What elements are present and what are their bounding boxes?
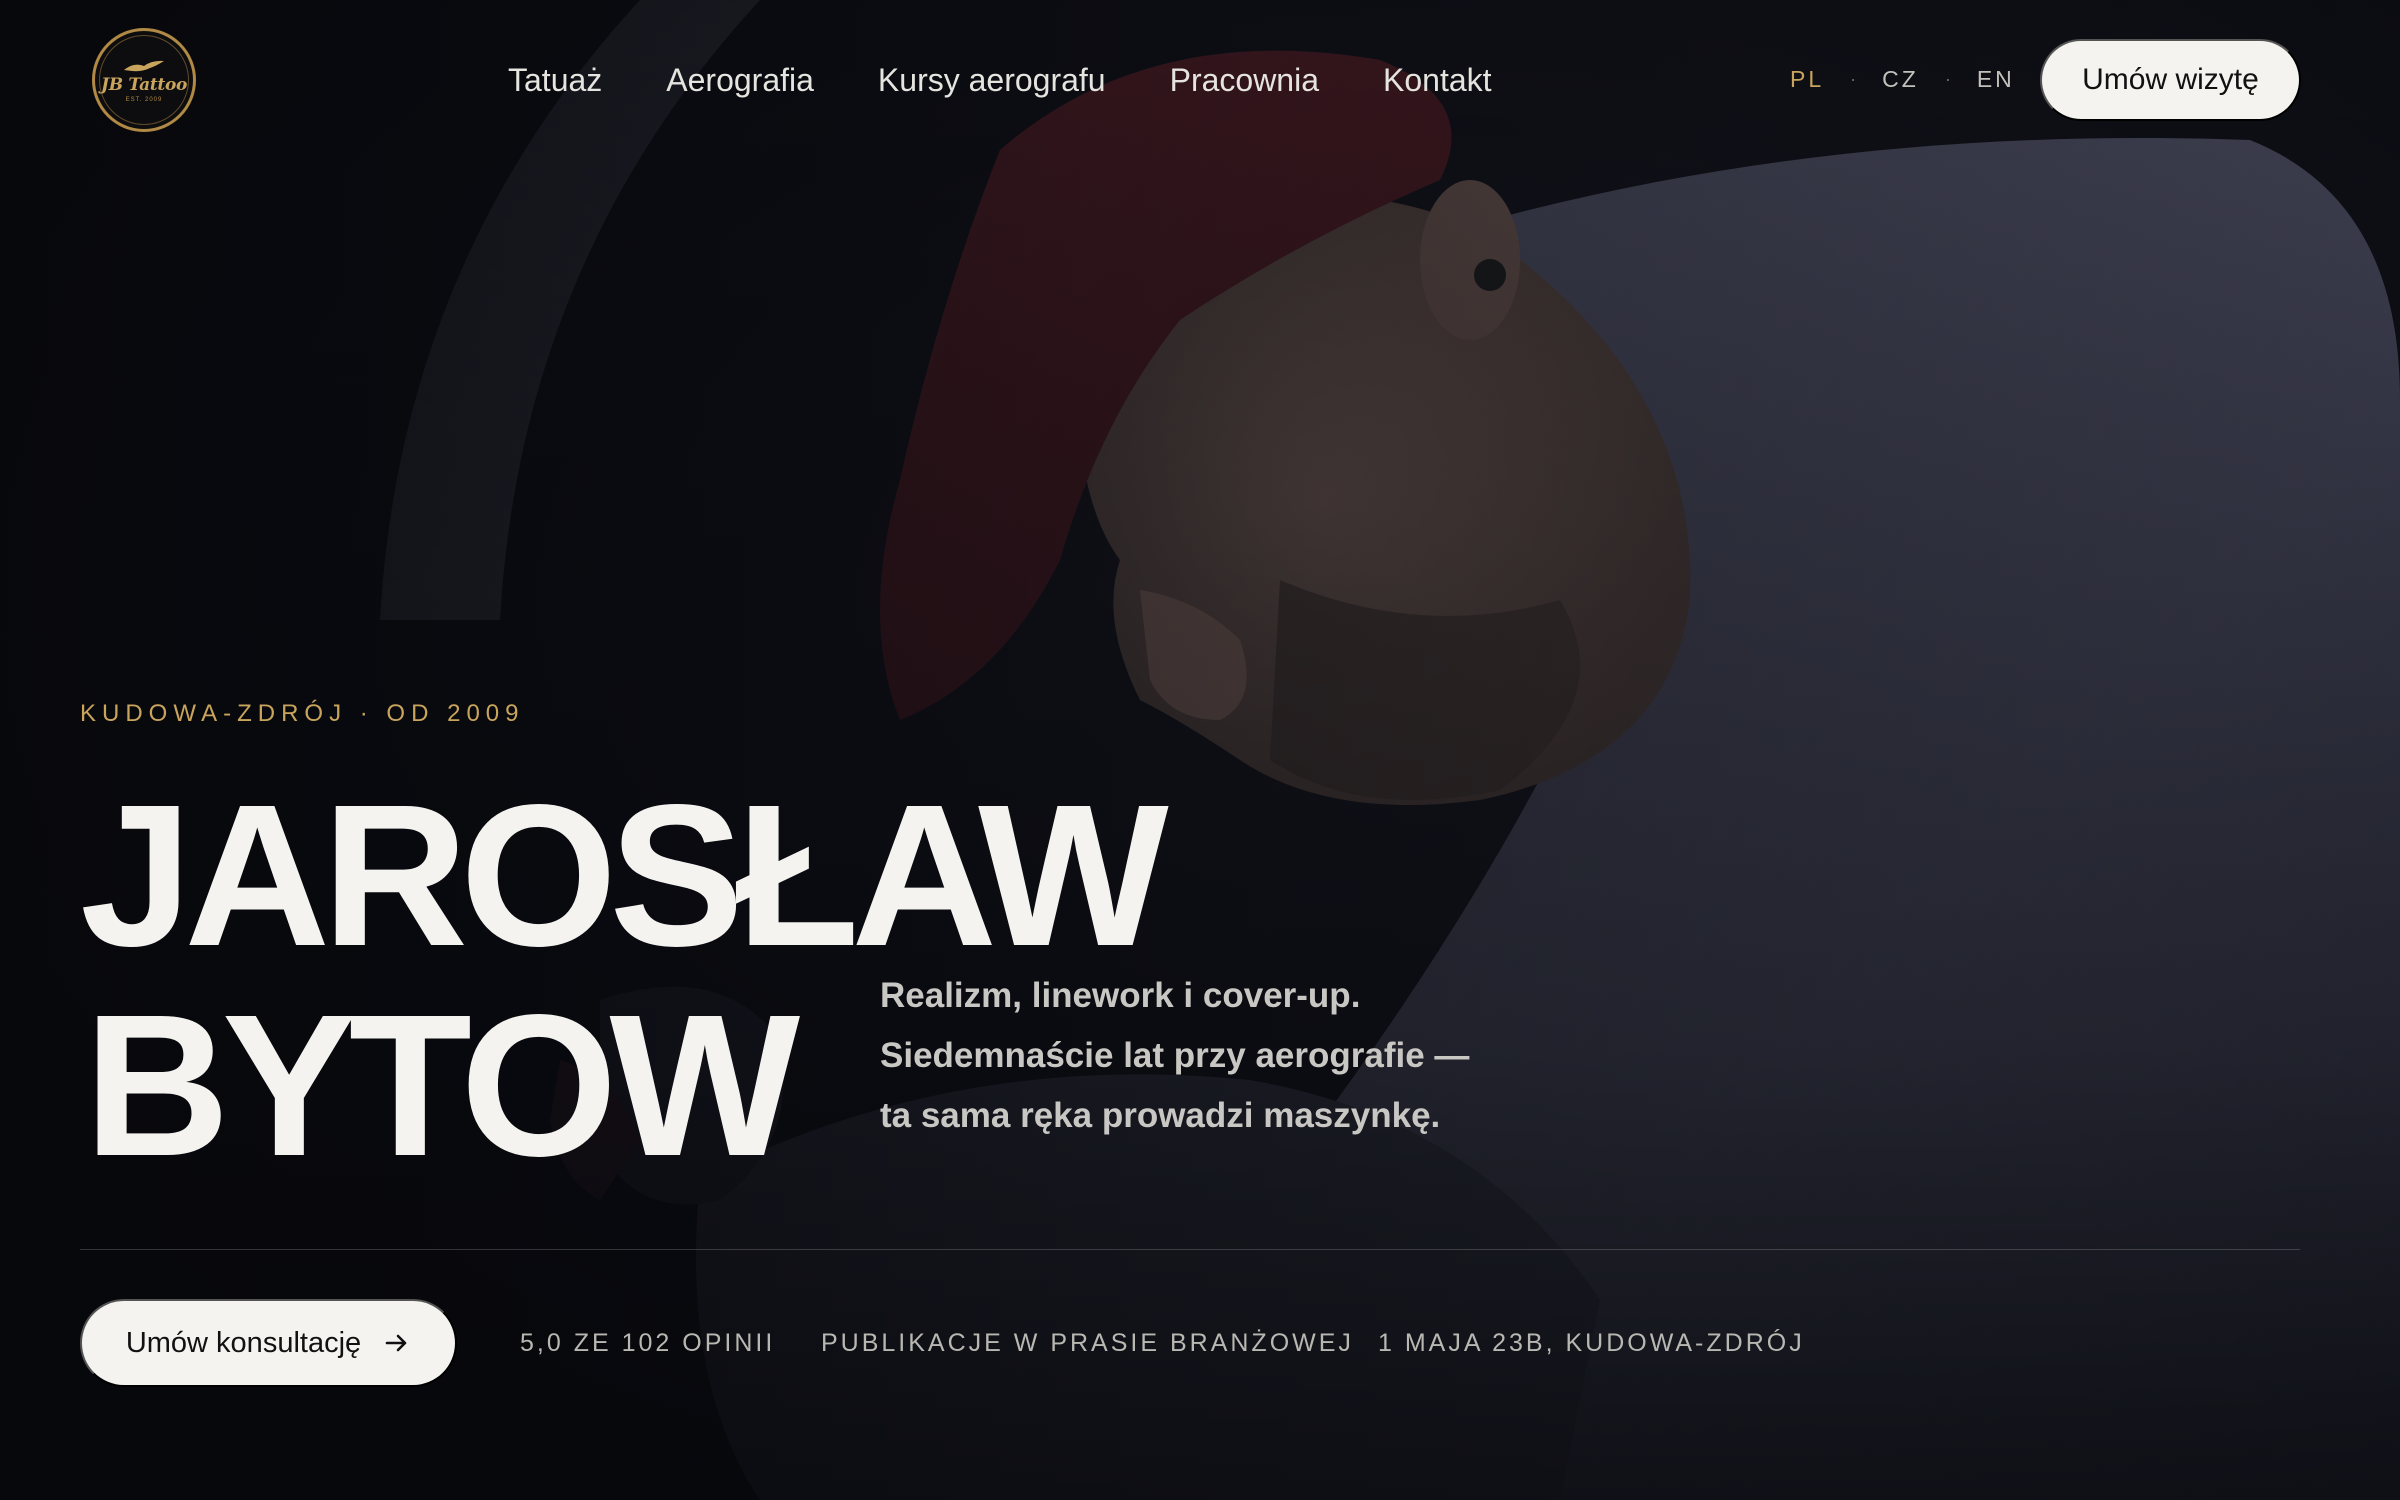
bird-icon	[124, 60, 164, 71]
book-consultation-button[interactable]: Umów konsultację	[80, 1299, 457, 1387]
logo-text: JB Tattoo	[100, 74, 188, 95]
logo-emblem: JB Tattoo EST. 2009	[99, 35, 189, 125]
language-switcher: PL · CZ · EN	[1790, 64, 2015, 94]
studio-address: 1 MAJA 23B, KUDOWA-ZDRÓJ	[1378, 1329, 1805, 1357]
logo-subtext: EST. 2009	[125, 96, 163, 103]
lang-cz[interactable]: CZ	[1882, 64, 1919, 94]
book-visit-button[interactable]: Umów wizytę	[2040, 39, 2301, 121]
tagline-line: ta sama ręka prowadzi maszynkę.	[880, 1096, 1441, 1135]
tagline-line: Realizm, linework i cover-up.	[880, 976, 1361, 1015]
site-header: JB Tattoo EST. 2009 Tatuaż Aerografia Ku…	[0, 0, 2400, 160]
hero-name-first: JAROSŁAW	[80, 762, 1169, 988]
lang-pl[interactable]: PL	[1790, 64, 1824, 94]
hero-name-last: BYTOW	[84, 972, 800, 1198]
lang-en[interactable]: EN	[1977, 64, 2015, 94]
nav-item-pracownia[interactable]: Pracownia	[1170, 56, 1319, 104]
hero-background-photo	[0, 0, 2400, 1500]
lang-separator: ·	[1944, 69, 1951, 89]
hero-divider	[80, 1249, 2300, 1250]
nav-item-aerografia[interactable]: Aerografia	[666, 56, 814, 104]
nav-item-kursy-aerografu[interactable]: Kursy aerografu	[878, 56, 1106, 104]
arrow-right-icon	[385, 1334, 407, 1352]
tagline-line: Siedemnaście lat przy aerografie —	[880, 1036, 1470, 1075]
nav-item-tatuaz[interactable]: Tatuaż	[508, 56, 602, 104]
hero-tagline: Realizm, linework i cover-up. Siedemnaśc…	[880, 966, 1580, 1146]
book-consultation-label: Umów konsultację	[125, 1326, 362, 1359]
main-nav: Tatuaż Aerografia Kursy aerografu Pracow…	[508, 56, 1556, 104]
rating-summary: 5,0 ZE 102 OPINII	[520, 1329, 776, 1357]
press-mentions: PUBLIKACJE W PRASIE BRANŻOWEJ	[821, 1329, 1354, 1357]
logo[interactable]: JB Tattoo EST. 2009	[92, 28, 196, 132]
nav-item-kontakt[interactable]: Kontakt	[1383, 56, 1492, 104]
lang-separator: ·	[1850, 69, 1857, 89]
hero-eyebrow: KUDOWA-ZDRÓJ · OD 2009	[80, 700, 525, 727]
